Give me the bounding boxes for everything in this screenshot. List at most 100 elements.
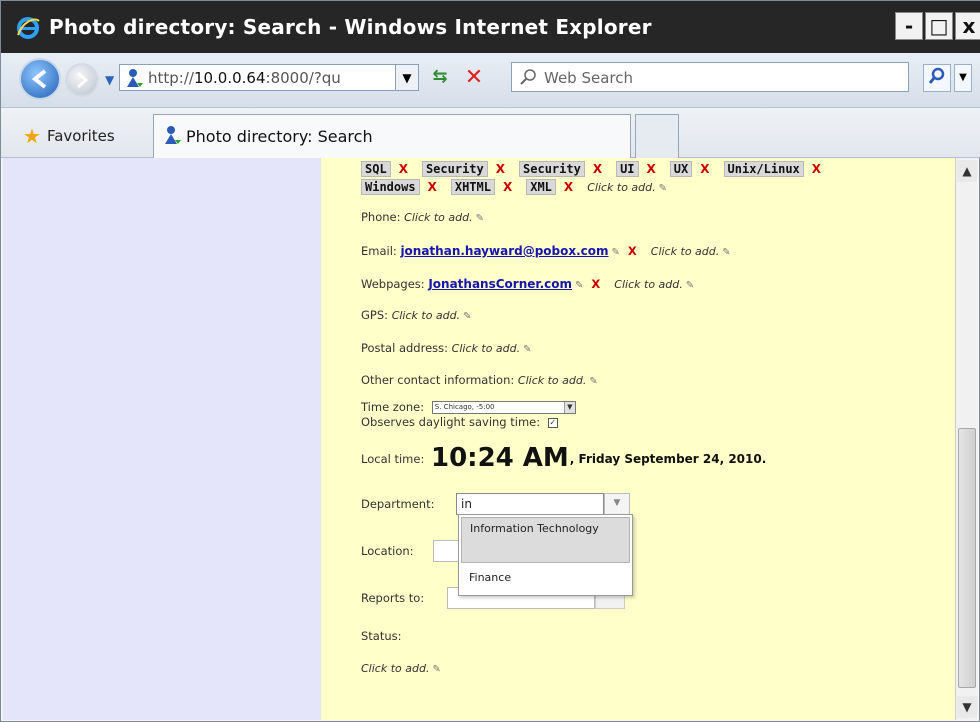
tag[interactable]: XHTML — [450, 179, 495, 195]
arrow-down-icon: ▼ — [962, 700, 972, 714]
remove-icon[interactable]: X — [593, 162, 602, 176]
tag[interactable]: Security — [421, 161, 488, 177]
timezone-row: Time zone: S. Chicago, -5:00 ▼ — [361, 400, 576, 414]
page-icon — [127, 69, 143, 87]
tab-label: Photo directory: Search — [186, 127, 373, 146]
autocomplete-option-information-technology[interactable]: Information Technology — [461, 517, 630, 563]
forward-button[interactable] — [65, 63, 99, 97]
pencil-icon[interactable]: ✎ — [463, 311, 471, 322]
department-autocomplete: Information Technology Finance — [458, 514, 633, 596]
profile-panel: SQL X Security X Security X UI X UX X Unix/Linux X … — [321, 158, 955, 720]
add-email-link[interactable]: Click to add. — [651, 245, 719, 258]
webpage-link[interactable]: JonathansCorner.com — [428, 277, 572, 291]
other-contact-label: Other contact information: — [361, 373, 515, 387]
remove-icon[interactable]: X — [700, 162, 709, 176]
tag[interactable]: UX — [669, 161, 693, 177]
scroll-down-button[interactable]: ▼ — [957, 696, 977, 718]
favorites-label: Favorites — [46, 127, 115, 145]
gps-label: GPS: — [361, 308, 389, 322]
address-dropdown-button[interactable]: ▼ — [395, 64, 419, 91]
search-options-dropdown[interactable]: ▼ — [954, 64, 972, 92]
remove-icon[interactable]: X — [591, 277, 600, 291]
autocomplete-option-finance[interactable]: Finance — [461, 567, 630, 588]
remove-icon[interactable]: X — [812, 162, 821, 176]
pencil-icon[interactable]: ✎ — [589, 376, 597, 387]
add-phone-link[interactable]: Click to add. — [404, 211, 472, 224]
local-time-value: 10:24 AM — [430, 443, 569, 473]
refresh-icon: ⇆ — [432, 66, 448, 87]
add-gps-link[interactable]: Click to add. — [392, 309, 460, 322]
add-webpage-link[interactable]: Click to add. — [614, 278, 682, 291]
department-dropdown-button[interactable]: ▼ — [604, 493, 630, 515]
webpages-row: Webpages: JonathansCorner.com ✎ X Click to … — [361, 277, 694, 291]
email-link[interactable]: jonathan.hayward@pobox.com — [400, 244, 608, 258]
scrollbar-thumb[interactable] — [958, 428, 976, 688]
close-button[interactable]: x — [955, 12, 980, 40]
maximize-button[interactable]: □ — [925, 12, 953, 40]
refresh-button[interactable]: ⇆ — [426, 66, 454, 90]
search-input[interactable]: Web Search — [544, 69, 633, 87]
stop-button[interactable]: ✕ — [460, 65, 488, 91]
scroll-up-button[interactable]: ▲ — [957, 160, 977, 182]
star-icon: ★ — [23, 124, 41, 148]
search-button[interactable] — [923, 64, 951, 92]
remove-icon[interactable]: X — [428, 180, 437, 194]
remove-icon[interactable]: X — [647, 162, 656, 176]
webpages-label: Webpages: — [361, 277, 425, 291]
tag[interactable]: SQL — [361, 161, 391, 177]
pencil-icon[interactable]: ✎ — [659, 183, 667, 194]
minimize-button[interactable]: - — [895, 12, 923, 40]
back-button[interactable] — [19, 58, 61, 100]
remove-icon[interactable]: X — [399, 162, 408, 176]
dst-label: Observes daylight saving time: — [361, 415, 541, 429]
remove-icon[interactable]: X — [496, 162, 505, 176]
add-status-link[interactable]: Click to add. — [361, 662, 429, 675]
pencil-icon[interactable]: ✎ — [523, 344, 531, 355]
address-text[interactable]: http://10.0.0.64:8000/?qu — [148, 69, 368, 87]
chevron-down-icon: ▼ — [563, 402, 575, 413]
phone-row: Phone: Click to add. ✎ — [361, 210, 484, 224]
new-tab-button[interactable] — [635, 114, 679, 158]
stop-icon: ✕ — [464, 65, 484, 90]
title-bar: Photo directory: Search - Windows Intern… — [1, 1, 980, 53]
address-bar[interactable]: http://10.0.0.64:8000/?qu — [119, 64, 417, 91]
address-rest: :8000/?qu — [265, 69, 341, 87]
gps-row: GPS: Click to add. ✎ — [361, 308, 472, 322]
vertical-scrollbar[interactable]: ▲ ▼ — [955, 158, 977, 720]
local-time-label: Local time: — [361, 452, 425, 466]
tag[interactable]: UI — [616, 161, 639, 177]
location-label: Location: — [361, 544, 414, 558]
add-tag-link[interactable]: Click to add. — [587, 181, 655, 194]
ie-logo-icon — [17, 17, 40, 39]
search-icon — [520, 69, 536, 85]
tag[interactable]: Windows — [361, 179, 420, 195]
pencil-icon[interactable]: ✎ — [575, 280, 583, 291]
postal-label: Postal address: — [361, 341, 449, 355]
arrow-right-icon — [77, 71, 89, 89]
favorites-bar: ★ Favorites Photo directory: Search — [1, 108, 980, 158]
tab-photo-directory[interactable]: Photo directory: Search — [153, 114, 631, 158]
pencil-icon[interactable]: ✎ — [686, 280, 694, 291]
remove-icon[interactable]: X — [628, 244, 637, 258]
tag[interactable]: Security — [519, 161, 585, 177]
pencil-icon[interactable]: ✎ — [432, 664, 440, 675]
pencil-icon[interactable]: ✎ — [722, 247, 730, 258]
dst-checkbox[interactable]: ✓ — [547, 417, 558, 428]
skill-tags: SQL X Security X Security X UI X UX X Unix/Linux X … — [361, 160, 921, 196]
remove-icon[interactable]: X — [503, 180, 512, 194]
local-time-row: Local time: 10:24 AM, Friday September 2… — [361, 443, 766, 473]
search-box[interactable]: Web Search — [511, 62, 909, 92]
pencil-icon[interactable]: ✎ — [476, 213, 484, 224]
add-postal-link[interactable]: Click to add. — [452, 342, 520, 355]
tag[interactable]: XML — [526, 179, 556, 195]
window-title: Photo directory: Search - Windows Intern… — [49, 15, 652, 39]
recent-pages-dropdown-icon[interactable]: ▼ — [105, 73, 114, 87]
remove-icon[interactable]: X — [564, 180, 573, 194]
arrow-up-icon: ▲ — [962, 164, 972, 178]
favorites-button[interactable]: ★ Favorites — [23, 122, 115, 148]
pencil-icon[interactable]: ✎ — [612, 247, 620, 258]
department-input[interactable]: in — [456, 493, 604, 515]
tag[interactable]: Unix/Linux — [723, 161, 804, 177]
add-other-contact-link[interactable]: Click to add. — [518, 374, 586, 387]
timezone-select[interactable]: S. Chicago, -5:00 ▼ — [431, 401, 576, 414]
